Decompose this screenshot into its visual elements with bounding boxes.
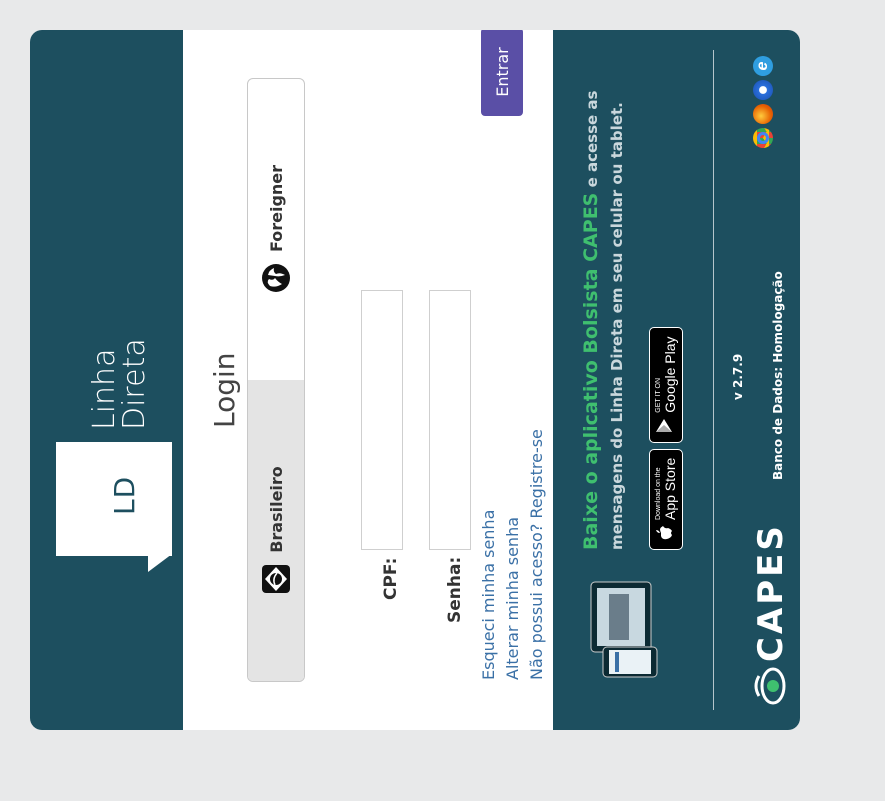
- tab-brasileiro-label: Brasileiro: [266, 466, 286, 553]
- app-store-badge[interactable]: Download on the App Store: [649, 448, 683, 550]
- login-title: Login: [208, 352, 241, 428]
- version-text: v 2.7.9: [731, 353, 745, 400]
- footer: Baixe o aplicativo Bolsista CAPES e aces…: [553, 30, 800, 730]
- capes-brand-text: CAPES: [751, 523, 791, 662]
- senha-input[interactable]: [429, 290, 471, 550]
- change-password-link[interactable]: Alterar minha senha: [503, 517, 522, 680]
- app-title: Linha Direta: [87, 338, 152, 430]
- tab-foreigner[interactable]: Foreigner: [248, 79, 304, 380]
- logo-text: LD: [108, 475, 141, 515]
- register-link[interactable]: Não possui acesso? Registre-se: [527, 429, 546, 680]
- store-badges: Download on the App Store GET IT ON Goog…: [649, 327, 683, 550]
- entrar-button[interactable]: Entrar: [481, 30, 523, 116]
- brazil-icon: [260, 563, 292, 595]
- play-icon: [655, 418, 678, 434]
- supported-browsers: e: [753, 56, 773, 148]
- app-store-big: App Store: [661, 457, 678, 520]
- senha-label: Senha:: [445, 556, 465, 623]
- safari-icon: [753, 80, 773, 100]
- screen: LD Linha Direta Login Brasileiro Foreign…: [0, 0, 885, 801]
- app-title-line1: Linha: [87, 348, 122, 430]
- globe-icon: [260, 262, 292, 294]
- app-store-text: Download on the App Store: [655, 458, 678, 520]
- ie-icon: e: [753, 56, 773, 76]
- footer-divider: [713, 50, 714, 710]
- phone-tablet-image: [589, 572, 659, 682]
- tab-brasileiro[interactable]: Brasileiro: [248, 380, 304, 681]
- capes-logo: CAPES: [751, 523, 791, 706]
- promo-text: Baixe o aplicativo Bolsista CAPES e aces…: [579, 50, 629, 550]
- cpf-label: CPF:: [381, 557, 401, 600]
- forgot-password-link[interactable]: Esqueci minha senha: [479, 510, 498, 680]
- promo-title: Baixe o aplicativo Bolsista CAPES: [580, 192, 602, 550]
- app-title-line2: Direta: [117, 338, 152, 430]
- login-page: LD Linha Direta Login Brasileiro Foreign…: [30, 30, 800, 730]
- capes-emblem-icon: [754, 667, 786, 705]
- google-play-big: Google Play: [661, 336, 678, 413]
- login-form: Login Brasileiro Foreigner CPF: Senha: E…: [183, 30, 553, 730]
- google-play-badge[interactable]: GET IT ON Google Play: [649, 327, 683, 443]
- google-play-text: GET IT ON Google Play: [655, 336, 678, 412]
- chrome-icon: [753, 128, 773, 148]
- apple-icon: [655, 525, 678, 541]
- logo-tail: [148, 554, 172, 572]
- database-text: Banco de Dados: Homologação: [771, 271, 785, 480]
- cpf-input[interactable]: [361, 290, 403, 550]
- header: LD Linha Direta: [30, 30, 183, 730]
- tab-foreigner-label: Foreigner: [266, 164, 286, 253]
- firefox-icon: [753, 104, 773, 124]
- nationality-tabs: Brasileiro Foreigner: [247, 78, 305, 682]
